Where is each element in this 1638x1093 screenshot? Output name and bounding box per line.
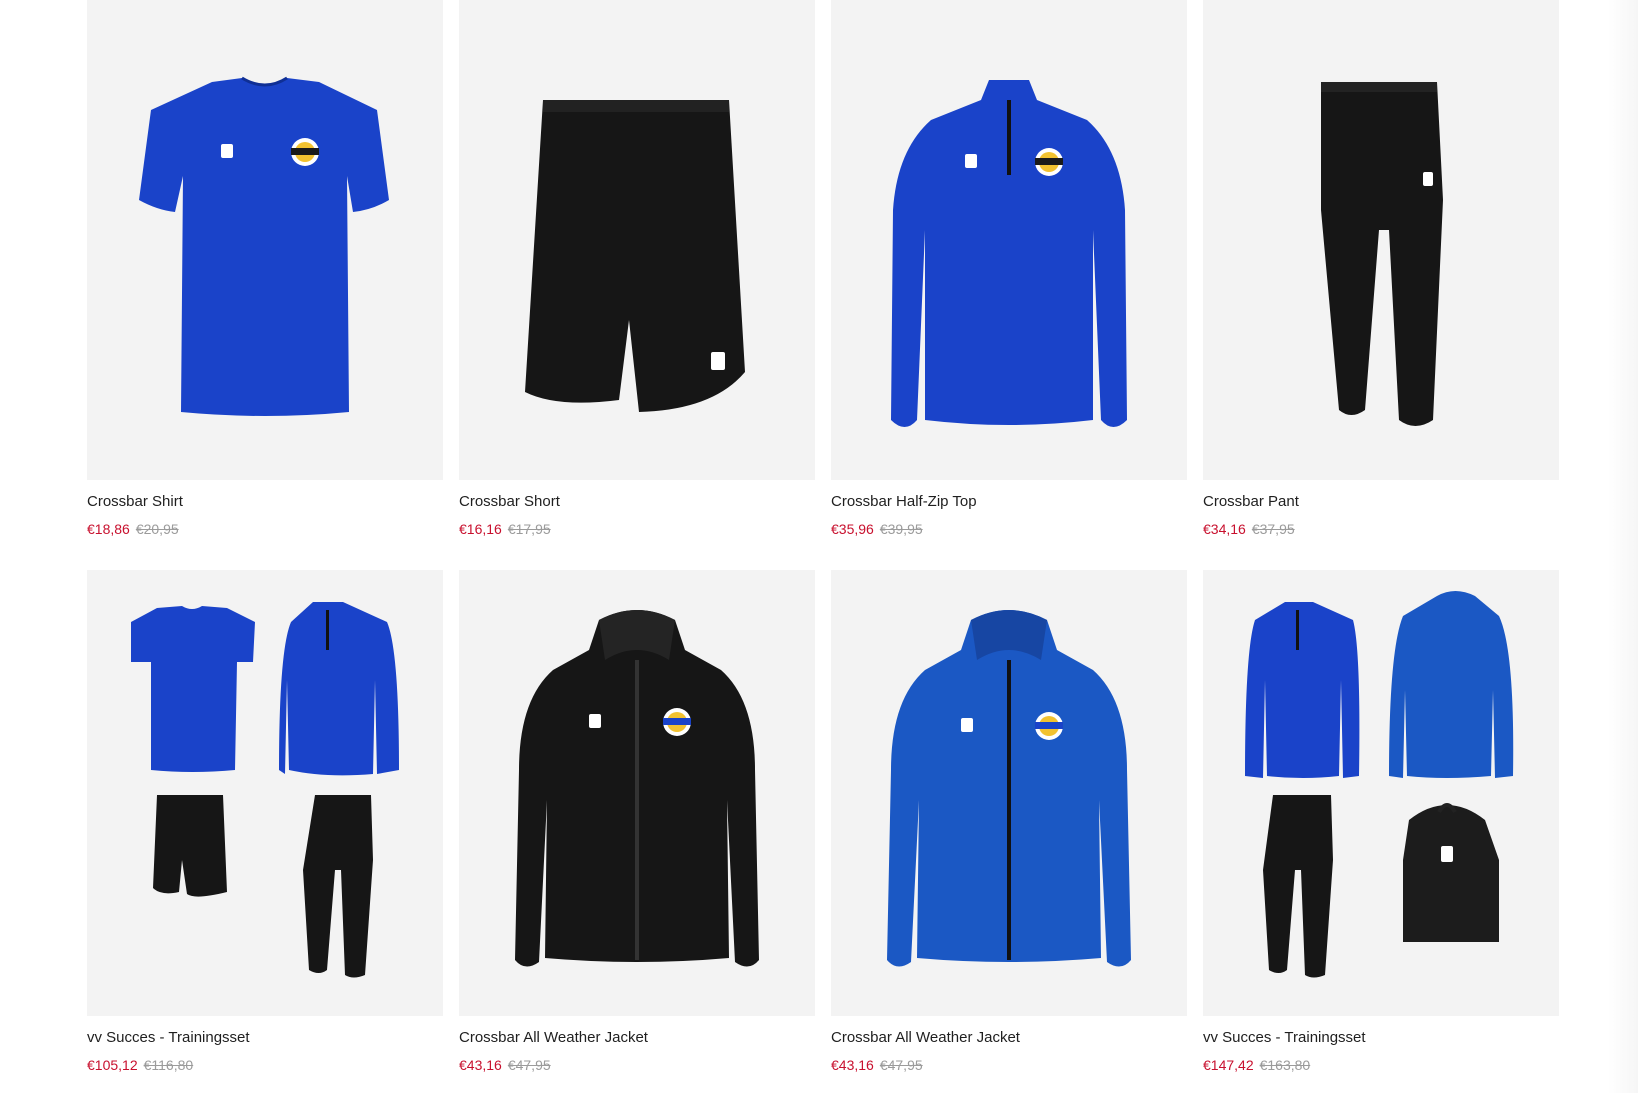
- original-price: €116,80: [143, 1057, 194, 1073]
- product-title[interactable]: Crossbar Half-Zip Top: [831, 493, 1187, 511]
- page-edge-shadow: [1608, 0, 1638, 1093]
- original-price: €47,95: [879, 1057, 923, 1073]
- product-card[interactable]: vv Succes - Trainingsset €105,12 €116,80: [87, 570, 443, 1074]
- sale-price: €16,16: [459, 521, 502, 537]
- price-block: €35,96 €39,95: [831, 520, 1187, 538]
- sale-price: €43,16: [831, 1057, 874, 1073]
- price-block: €147,42 €163,80: [1203, 1056, 1559, 1074]
- product-title[interactable]: Crossbar Short: [459, 493, 815, 511]
- price-block: €43,16 €47,95: [459, 1056, 815, 1074]
- black-shorts-icon: [525, 100, 745, 412]
- original-price: €47,95: [507, 1057, 551, 1073]
- product-image[interactable]: [1203, 570, 1559, 1016]
- original-price: €163,80: [1259, 1057, 1311, 1073]
- blue-shirt-icon: [139, 76, 389, 416]
- price-block: €34,16 €37,95: [1203, 520, 1559, 538]
- product-title[interactable]: Crossbar Pant: [1203, 493, 1559, 511]
- price-block: €18,86 €20,95: [87, 520, 443, 538]
- sale-price: €105,12: [87, 1057, 138, 1073]
- sale-price: €18,86: [87, 521, 130, 537]
- product-title[interactable]: Crossbar All Weather Jacket: [831, 1029, 1187, 1047]
- training-set-icon: [131, 602, 399, 978]
- product-title[interactable]: vv Succes - Trainingsset: [87, 1029, 443, 1047]
- product-card[interactable]: vv Succes - Trainingsset €147,42 €163,80: [1203, 570, 1559, 1074]
- original-price: €17,95: [507, 521, 551, 537]
- original-price: €39,95: [879, 521, 923, 537]
- product-title[interactable]: vv Succes - Trainingsset: [1203, 1029, 1559, 1047]
- price-block: €16,16 €17,95: [459, 520, 815, 538]
- product-grid: Crossbar Shirt €18,86 €20,95 Crossbar Sho…: [87, 0, 1559, 1074]
- sale-price: €147,42: [1203, 1057, 1254, 1073]
- product-image[interactable]: [831, 570, 1187, 1016]
- product-card[interactable]: Crossbar Shirt €18,86 €20,95: [87, 0, 443, 538]
- black-pant-icon: [1321, 82, 1443, 426]
- product-image[interactable]: [87, 570, 443, 1016]
- blue-half-zip-icon: [891, 80, 1127, 427]
- product-title[interactable]: Crossbar All Weather Jacket: [459, 1029, 815, 1047]
- price-block: €105,12 €116,80: [87, 1056, 443, 1074]
- product-card[interactable]: Crossbar Half-Zip Top €35,96 €39,95: [831, 0, 1187, 538]
- product-card[interactable]: Crossbar Short €16,16 €17,95: [459, 0, 815, 538]
- product-card[interactable]: Crossbar Pant €34,16 €37,95: [1203, 0, 1559, 538]
- sale-price: €35,96: [831, 521, 874, 537]
- sale-price: €43,16: [459, 1057, 502, 1073]
- black-jacket-icon: [515, 610, 759, 967]
- product-image[interactable]: [831, 0, 1187, 480]
- product-image[interactable]: [459, 0, 815, 480]
- product-image[interactable]: [1203, 0, 1559, 480]
- original-price: €20,95: [135, 521, 179, 537]
- product-image[interactable]: [87, 0, 443, 480]
- sale-price: €34,16: [1203, 521, 1246, 537]
- product-card[interactable]: Crossbar All Weather Jacket €43,16 €47,95: [831, 570, 1187, 1074]
- price-block: €43,16 €47,95: [831, 1056, 1187, 1074]
- training-set-backpack-icon: [1245, 591, 1514, 978]
- product-card[interactable]: Crossbar All Weather Jacket €43,16 €47,95: [459, 570, 815, 1074]
- product-title[interactable]: Crossbar Shirt: [87, 493, 443, 511]
- blue-jacket-icon: [887, 610, 1131, 967]
- product-image[interactable]: [459, 570, 815, 1016]
- original-price: €37,95: [1251, 521, 1295, 537]
